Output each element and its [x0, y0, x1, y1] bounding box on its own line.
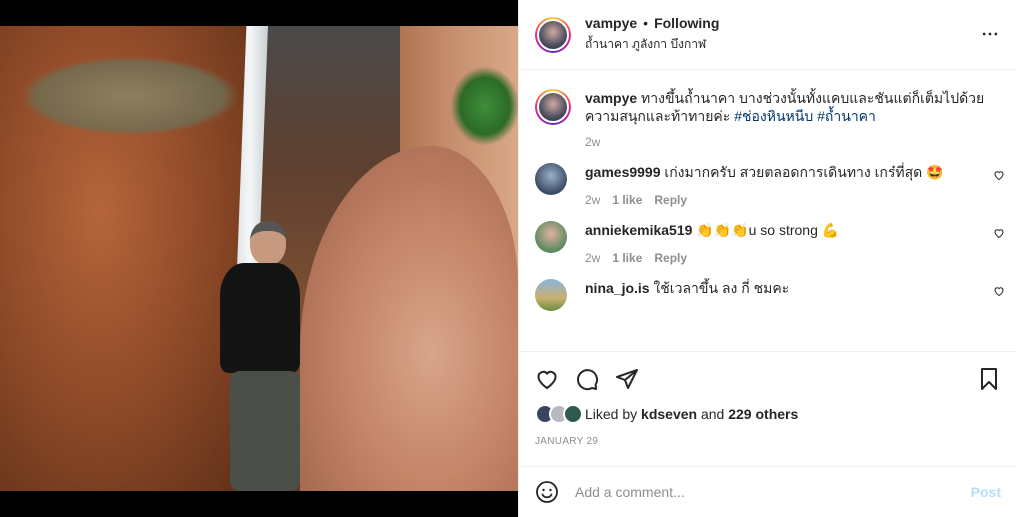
comment-bubble-icon[interactable] — [575, 367, 599, 391]
comment-avatar[interactable] — [535, 279, 567, 311]
likes-count[interactable]: 229 others — [728, 406, 798, 422]
emoji-icon[interactable] — [535, 480, 559, 504]
comment-item: anniekemika519 👏👏👏u so strong 💪 2w 1 lik… — [519, 221, 1016, 265]
likes-middle: and — [700, 406, 725, 422]
photo-fern — [450, 66, 518, 146]
photo-person-legs — [230, 371, 300, 491]
comment-text: 👏👏👏u so strong 💪 — [696, 222, 840, 238]
comment-username[interactable]: anniekemika519 — [585, 222, 692, 238]
caption-hashtag[interactable]: #ถ้ำนาคา — [817, 108, 876, 124]
photo-moss — [20, 56, 240, 136]
caption-avatar[interactable] — [535, 89, 571, 125]
photo-person-head — [250, 221, 286, 265]
comment-text: เก่งมากครับ สวยตลอดการเดินทาง เกร๋ที่สุด… — [664, 164, 944, 180]
post-sidebar: vampye • Following ถ้ำนาคา ภูลังกา บึงกา… — [518, 0, 1016, 517]
post-media — [0, 0, 518, 517]
bookmark-icon[interactable] — [977, 367, 1001, 391]
like-heart-icon[interactable] — [535, 367, 559, 391]
post-date[interactable]: JANUARY 29 — [535, 436, 1001, 447]
comment-item: games9999 เก่งมากครับ สวยตลอดการเดินทาง … — [519, 163, 1016, 207]
reply-button[interactable]: Reply — [654, 193, 687, 207]
heart-icon[interactable] — [993, 285, 1005, 297]
photo-person-body — [220, 263, 300, 373]
comment-likes[interactable]: 1 like — [612, 251, 642, 265]
comment-avatar[interactable] — [535, 221, 567, 253]
heart-icon[interactable] — [993, 227, 1005, 239]
photo-person — [210, 221, 300, 491]
caption: vampye ทางขึ้นถ้ำนาคา บางช่วงนั้นทั้งแคบ… — [519, 71, 1016, 125]
liker-avatars — [535, 404, 583, 424]
author-avatar[interactable] — [535, 16, 571, 53]
heart-icon[interactable] — [993, 169, 1005, 181]
comment-avatar[interactable] — [535, 163, 567, 195]
post-photo[interactable] — [0, 26, 518, 491]
comment-username[interactable]: nina_jo.is — [585, 280, 650, 296]
comment-likes[interactable]: 1 like — [612, 193, 642, 207]
comment-text: ใช้เวลาขึ้น ลง กี่ ชมคะ — [653, 280, 790, 296]
header-separator: • — [643, 15, 649, 31]
post-location[interactable]: ถ้ำนาคา ภูลังกา บึงกาฬ — [585, 35, 719, 54]
post-header: vampye • Following ถ้ำนาคา ภูลังกา บึงกา… — [519, 0, 1016, 70]
post-comment-button[interactable]: Post — [971, 484, 1001, 500]
author-username[interactable]: vampye — [585, 15, 637, 31]
likes-prefix: Liked by — [585, 406, 638, 422]
share-icon[interactable] — [615, 367, 639, 391]
caption-username[interactable]: vampye — [585, 90, 637, 106]
liked-by-user[interactable]: kdseven — [641, 406, 697, 422]
comment-input[interactable] — [575, 484, 955, 500]
comment-age[interactable]: 2w — [585, 193, 600, 207]
comments-list[interactable]: vampye ทางขึ้นถ้ำนาคา บางช่วงนั้นทั้งแคบ… — [519, 71, 1016, 351]
caption-age[interactable]: 2w — [585, 135, 1016, 149]
more-options-icon[interactable] — [980, 24, 1000, 44]
reply-button[interactable]: Reply — [654, 251, 687, 265]
add-comment-bar: Post — [519, 466, 1016, 517]
comment-username[interactable]: games9999 — [585, 164, 661, 180]
post-actions: Liked by kdseven and 229 others JANUARY … — [519, 351, 1016, 466]
likes-summary[interactable]: Liked by kdseven and 229 others — [535, 404, 1001, 424]
caption-hashtag[interactable]: #ช่องหินหนีบ — [734, 108, 813, 124]
comment-age[interactable]: 2w — [585, 251, 600, 265]
following-button[interactable]: Following — [654, 15, 719, 31]
comment-item: nina_jo.is ใช้เวลาขึ้น ลง กี่ ชมคะ — [519, 279, 1016, 311]
